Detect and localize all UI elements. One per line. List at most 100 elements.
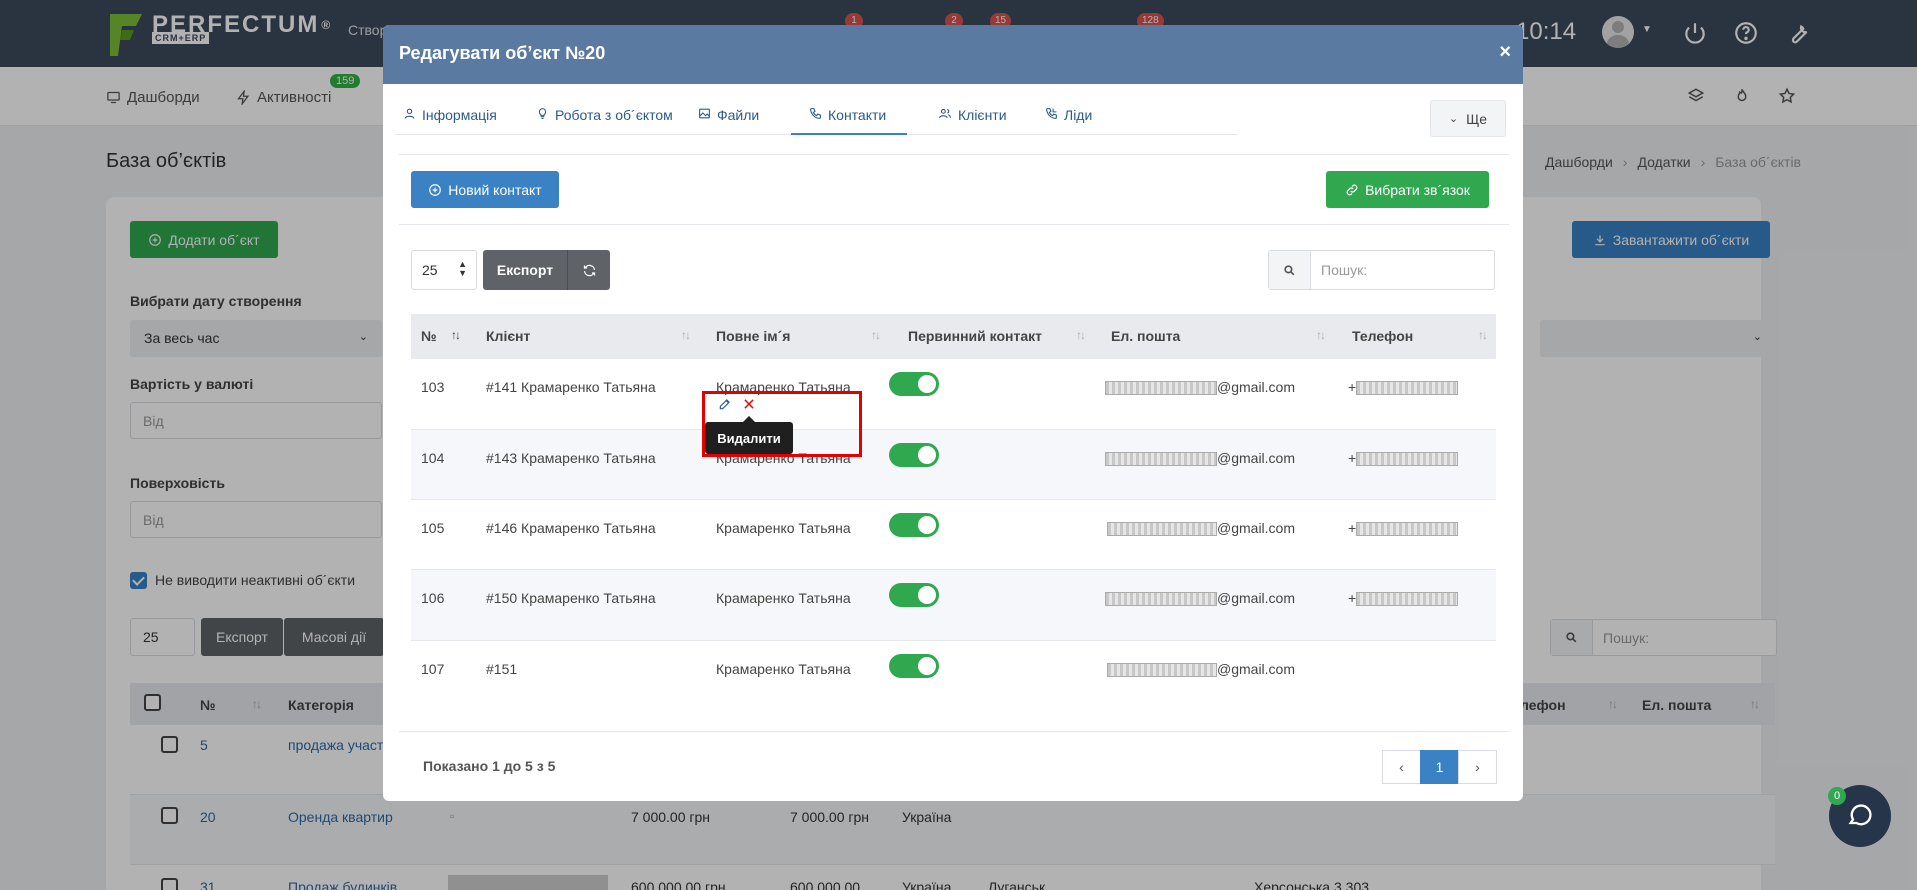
more-label: Ще [1466,110,1488,127]
redacted-text [1105,381,1217,396]
row-number: 103 [421,379,445,395]
new-contact-label: Новий контакт [448,181,542,198]
redacted-text [1107,663,1217,678]
table-row: 105 #146 Крамаренко Татьяна Крамаренко Т… [411,500,1496,570]
contacts-table-header: № ↑↓ Клієнт ↑↓ Повне ім´я ↑↓ Первинний к… [411,314,1496,359]
search-placeholder: Пошук: [1321,262,1368,278]
pagination: ‹ 1 › [1382,750,1497,784]
highlight-box [702,391,862,457]
column-header[interactable]: Первинний контакт [908,328,1042,344]
client-link[interactable]: #150 Крамаренко Татьяна [486,590,656,606]
client-link[interactable]: #151 [486,661,517,677]
column-header[interactable]: Клієнт [486,328,530,344]
sort-icon[interactable]: ↑↓ [1478,328,1488,342]
refresh-button[interactable] [569,250,610,290]
email-domain: @gmail.com [1217,379,1296,395]
phone-cell: + [1348,379,1459,396]
phone-prefix: + [1348,379,1357,395]
more-button[interactable]: ⌄ Ще [1430,100,1506,137]
bulb-icon [538,108,547,119]
phone-prefix: + [1348,450,1357,466]
primary-contact-toggle[interactable] [889,583,939,607]
primary-contact-toggle[interactable] [889,654,939,678]
tab-contacts[interactable]: Контакти [791,95,907,135]
phone-incoming-icon [1046,108,1057,119]
client-link[interactable]: #141 Крамаренко Татьяна [486,379,656,395]
export-button[interactable]: Експорт [483,250,567,290]
primary-contact-toggle[interactable] [889,513,939,537]
close-icon[interactable]: × [1499,41,1511,64]
page-size-select[interactable]: 25 ▲ ▼ [411,250,477,290]
choose-link-button[interactable]: Вибрати зв´язок [1326,171,1489,208]
prev-page-button[interactable]: ‹ [1382,750,1421,784]
page-1-button[interactable]: 1 [1420,750,1459,784]
page-size-value: 25 [422,262,438,278]
row-number: 106 [421,590,445,606]
new-contact-button[interactable]: Новий контакт [411,171,559,208]
sort-caret-icon: ▲ ▼ [458,259,467,278]
refresh-icon [583,264,596,276]
table-row: 106 #150 Крамаренко Татьяна Крамаренко Т… [411,570,1496,641]
column-header[interactable]: Телефон [1352,328,1413,344]
image-icon [699,108,710,119]
tab-label: Ліди [1064,107,1093,123]
users-icon [939,108,951,119]
redacted-text [1356,522,1459,537]
search-icon [1269,251,1311,289]
row-number: 105 [421,520,445,536]
redacted-text [1105,452,1217,467]
plus-circle-icon [429,183,442,196]
export-label: Експорт [496,262,554,278]
phone-cell: + [1348,590,1459,607]
tab-label: Контакти [828,107,887,123]
chat-icon [1848,804,1872,826]
sort-icon[interactable]: ↑↓ [1076,328,1086,342]
next-page-button[interactable]: › [1458,750,1497,784]
phone-prefix: + [1348,520,1357,536]
full-name-link[interactable]: Крамаренко Татьяна [716,520,851,536]
divider [399,224,1509,225]
tab-label: Файли [717,107,760,123]
sort-icon[interactable]: ↑↓ [1316,328,1326,342]
tab-info[interactable]: Інформація [403,95,497,135]
redacted-text [1105,592,1217,607]
column-header[interactable]: Ел. пошта [1111,328,1180,344]
full-name-link[interactable]: Крамаренко Татьяна [716,590,851,606]
tab-files[interactable]: Файли [698,95,759,135]
email-domain: @gmail.com [1217,661,1296,677]
modal-header: Редагувати об’єкт №20 × [383,25,1523,84]
sort-asc-icon[interactable]: ↑↓ [451,328,461,342]
edit-object-modal: Редагувати об’єкт №20 × Інформація Робот… [383,25,1523,801]
primary-contact-toggle[interactable] [889,372,939,396]
full-name-link[interactable]: Крамаренко Татьяна [716,661,851,677]
tab-work[interactable]: Робота з об´єктом [536,95,673,135]
email-cell: @gmail.com [1105,379,1296,396]
email-domain: @gmail.com [1217,520,1296,536]
chevron-down-icon: ⌄ [1448,113,1459,125]
tab-leads[interactable]: Ліди [1045,95,1092,135]
redacted-text [1356,592,1459,607]
phone-cell: + [1348,450,1459,467]
tab-label: Клієнти [958,107,1007,123]
export-group: Експорт [483,250,610,290]
column-header[interactable]: Повне ім´я [716,328,790,344]
primary-contact-toggle[interactable] [889,443,939,467]
row-number: 107 [421,661,445,677]
client-link[interactable]: #143 Крамаренко Татьяна [486,450,656,466]
user-icon [404,108,415,119]
contacts-search[interactable]: Пошук: [1268,250,1495,290]
sort-icon[interactable]: ↑↓ [681,328,691,342]
table-info: Показано 1 до 5 з 5 [423,758,556,774]
table-row: 103 #141 Крамаренко Татьяна Крамаренко Т… [411,359,1496,430]
phone-cell: + [1348,520,1459,537]
row-number: 104 [421,450,445,466]
client-link[interactable]: #146 Крамаренко Татьяна [486,520,656,536]
sort-icon[interactable]: ↑↓ [871,328,881,342]
tab-clients[interactable]: Клієнти [938,95,1007,135]
divider [567,250,568,290]
email-cell: @gmail.com [1107,661,1296,678]
choose-link-label: Вибрати зв´язок [1365,181,1470,198]
email-cell: @gmail.com [1105,590,1295,607]
column-header[interactable]: № [421,328,437,344]
chat-badge: 0 [1828,787,1846,805]
